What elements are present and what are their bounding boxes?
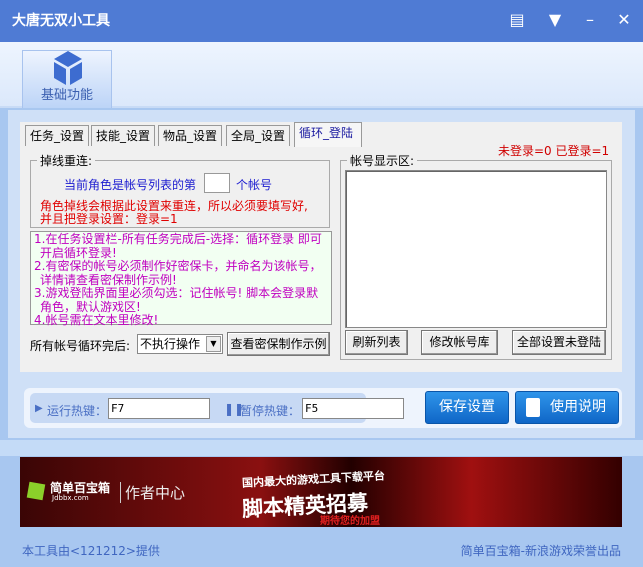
banner-author-center: 作者中心 — [120, 482, 185, 503]
tab-item-settings[interactable]: 物品_设置 — [158, 125, 223, 146]
note-line: 1.在任务设置栏-所有任务完成后-选择：循环登录 即可 — [34, 232, 322, 246]
accounts-group-label: 帐号显示区: — [347, 152, 418, 169]
account-position-input[interactable] — [204, 173, 230, 193]
loop-complete-select[interactable]: 不执行操作 ▼ — [137, 334, 223, 354]
play-icon: ▶ — [35, 403, 43, 414]
position-prefix-label: 当前角色是帐号列表的第 — [64, 178, 197, 192]
footer-provider: 本工具由<121212>提供 — [22, 544, 160, 558]
view-security-example-button[interactable]: 查看密保制作示例 — [227, 332, 330, 356]
minimize-icon[interactable]: – — [580, 10, 600, 30]
accounts-listbox[interactable] — [345, 170, 607, 328]
note-line: 详情请查看密保制作示例! — [40, 272, 177, 287]
instructions-textbox[interactable]: 1.在任务设置栏-所有任务完成后-选择：循环登录 即可 开启循环登录! 2.有密… — [30, 231, 332, 327]
chevron-down-icon[interactable]: ▼ — [206, 336, 221, 352]
save-settings-button[interactable]: 保存设置 — [425, 391, 509, 424]
position-suffix-label: 个帐号 — [236, 178, 273, 192]
brand-logo-icon — [26, 481, 46, 501]
note-line: 开启循环登录! — [40, 245, 117, 260]
reset-all-logins-button[interactable]: 全部设置未登陆 — [512, 330, 606, 355]
message-icon[interactable]: ▤ — [507, 10, 527, 30]
login-status-legend: 未登录=0 已登录=1 — [498, 144, 610, 158]
close-icon[interactable]: ✕ — [614, 10, 634, 30]
banner-line3: 期待您的加盟 — [320, 516, 380, 527]
document-icon — [526, 398, 540, 417]
refresh-list-button[interactable]: 刷新列表 — [345, 330, 408, 355]
note-line: 角色，默认游戏区! — [40, 299, 141, 314]
note-line: 2.有密保的帐号必须制作好密保卡，并命名为该帐号， — [34, 259, 322, 273]
reconnect-group-label: 掉线重连: — [37, 152, 96, 169]
help-button-label: 使用说明 — [550, 399, 606, 415]
basic-functions-button[interactable]: 基础功能 — [22, 50, 112, 108]
tab-skill-settings[interactable]: 技能_设置 — [91, 125, 156, 146]
loop-complete-value: 不执行操作 — [140, 337, 201, 351]
cube-icon — [54, 51, 82, 85]
edit-accounts-button[interactable]: 修改帐号库 — [421, 330, 498, 355]
note-line: 3.游戏登陆界面里必须勾选：记住帐号! 脚本会登录默 — [34, 286, 319, 300]
basic-functions-label: 基础功能 — [40, 88, 93, 103]
separator-band — [0, 440, 643, 456]
footer-publisher: 简单百宝箱-新浪游戏荣誉出品 — [460, 544, 621, 558]
loop-complete-label: 所有帐号循环完后: — [30, 339, 131, 353]
tab-global-settings[interactable]: 全局_设置 — [226, 125, 291, 146]
banner-site: Jdbbx.com — [52, 494, 89, 502]
tab-task-settings[interactable]: 任务_设置 — [25, 125, 90, 146]
pause-hotkey-label: 暂停热键： — [240, 404, 301, 418]
ad-banner[interactable]: 简单百宝箱 Jdbbx.com 作者中心 国内最大的游戏工具下载平台 脚本精英招… — [20, 457, 622, 527]
window-title: 大唐无双小工具 — [12, 13, 110, 29]
note-line: 4.帐号需在文本里修改! — [34, 313, 159, 327]
tab-loop-login[interactable]: 循环_登陆 — [294, 122, 362, 147]
menu-dropdown-icon[interactable]: ▼ — [545, 10, 565, 30]
reconnect-warning-2: 并且把登录设置：登录=1 — [40, 212, 178, 226]
toolbar: 基础功能 — [0, 42, 643, 108]
pause-hotkey-input[interactable]: F5 — [302, 398, 404, 419]
run-hotkey-input[interactable]: F7 — [108, 398, 210, 419]
title-bar: 大唐无双小工具 ▤ ▼ – ✕ — [0, 0, 643, 42]
help-button[interactable]: 使用说明 — [515, 391, 619, 424]
run-hotkey-label: 运行热键： — [47, 404, 108, 418]
